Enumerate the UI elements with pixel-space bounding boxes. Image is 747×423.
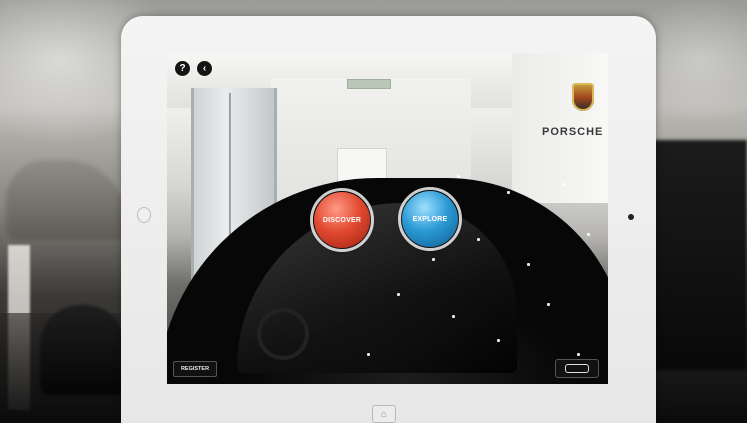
help-icon: ?	[179, 63, 186, 74]
steering-wheel	[257, 308, 309, 360]
reflection-dot	[367, 353, 370, 356]
car-side-mirror	[40, 305, 125, 395]
ar-camera-view: PORSCHE	[167, 53, 608, 384]
discover-button[interactable]: DISCOVER	[310, 188, 374, 252]
reflection-dot	[577, 353, 580, 356]
reflection-dot	[457, 175, 460, 178]
home-icon: ⌂	[380, 408, 388, 420]
explore-button[interactable]: EXPLORE	[398, 187, 462, 251]
help-button[interactable]: ?	[175, 61, 190, 76]
reflection-dot	[477, 238, 480, 241]
vr-viewer-button[interactable]	[555, 359, 599, 378]
reflection-dot	[507, 191, 510, 194]
tablet-camera	[628, 214, 634, 220]
reflection-dot	[527, 263, 530, 266]
reflection-dot	[432, 258, 435, 261]
explore-label: EXPLORE	[412, 215, 448, 223]
reflection-dot	[547, 303, 550, 306]
reflection-dot	[562, 183, 565, 186]
brand-crest-icon	[572, 83, 594, 111]
brand-sign: PORSCHE	[542, 126, 604, 138]
reflection-dot	[587, 233, 590, 236]
reflection-dot	[497, 339, 500, 342]
tablet-side-button	[137, 207, 151, 223]
home-button[interactable]: ⌂	[372, 405, 396, 423]
chevron-left-icon: ‹	[202, 63, 207, 74]
register-button[interactable]: REGISTER	[173, 361, 217, 377]
foreground-car	[647, 140, 747, 370]
discover-label: DISCOVER	[322, 216, 362, 224]
reflection-dot	[452, 315, 455, 318]
register-label: REGISTER	[180, 366, 210, 372]
back-button[interactable]: ‹	[197, 61, 212, 76]
video-frame: ⌂ PORSCHE ? ‹ DISCOVER EXPLORE REGISTER	[0, 0, 747, 423]
exit-sign	[347, 79, 391, 89]
reflection-dot	[397, 293, 400, 296]
headset-icon	[565, 364, 589, 373]
